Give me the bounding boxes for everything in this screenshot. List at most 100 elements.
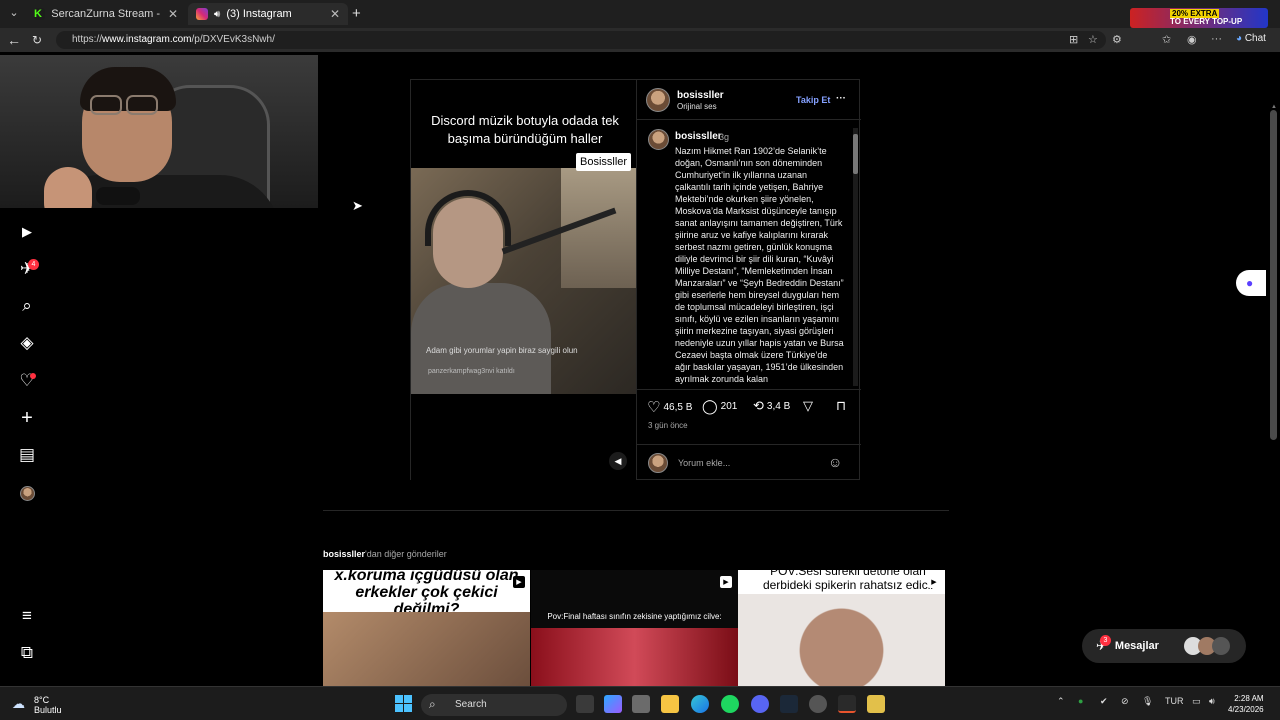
emoji-icon[interactable]: ☺ <box>828 454 842 470</box>
search-icon: ⌕ <box>429 697 436 711</box>
profile-icon[interactable]: ◉ <box>1187 33 1197 46</box>
start-button[interactable] <box>395 695 413 713</box>
messages-label: Mesajlar <box>1114 640 1159 652</box>
extensions-icon[interactable]: ⚙ <box>1112 33 1122 46</box>
mouse-cursor-icon: ➤ <box>352 198 363 213</box>
comment-button[interactable]: ◯ 201 <box>702 398 737 415</box>
video-subtitle-2: panzerkampfwag3nvi katıldı <box>428 368 515 375</box>
clock[interactable]: 2:28 AM 4/23/2026 <box>1228 693 1264 715</box>
cloud-icon: ☁ <box>12 696 25 711</box>
speaker-icon[interactable]: 🔊︎ <box>214 9 220 20</box>
tab-list-chevron-icon[interactable]: ⌄ <box>6 6 22 22</box>
weather-widget[interactable]: ☁ 8°C Bulutlu <box>12 695 62 715</box>
like-count: 46,5 B <box>663 401 693 413</box>
address-bar[interactable]: https://www.instagram.com/p/DXVEvK3sNwh/ <box>56 31 1106 49</box>
thumb-1-text: x.koruma içgüdüsü olan erkekler çok çeki… <box>334 570 519 618</box>
edge-icon[interactable] <box>691 695 709 713</box>
tab-instagram[interactable]: 🔊︎ (3) Instagram ✕ <box>188 3 348 25</box>
network-icon[interactable]: ▭ <box>1192 696 1201 707</box>
more-post-thumb-2[interactable]: Pov:Final haftası sınıfın zekisine yaptı… <box>531 570 738 686</box>
close-tab-icon[interactable]: ✕ <box>330 7 340 21</box>
task-view-icon[interactable] <box>576 695 594 713</box>
follow-button[interactable]: Takip Et <box>796 95 830 105</box>
headphones-graphic <box>425 190 511 246</box>
more-menu-icon[interactable]: ≡ <box>17 606 37 626</box>
share-button[interactable]: ▽ <box>803 398 813 414</box>
store-icon[interactable] <box>632 695 650 713</box>
reels-icon[interactable]: ▶ <box>17 222 37 242</box>
like-button[interactable]: ♡ 46,5 B <box>647 398 692 416</box>
dashboard-icon[interactable]: ▤ <box>17 445 37 465</box>
file-explorer-icon[interactable] <box>661 695 679 713</box>
floating-extension-button[interactable]: ● <box>1236 270 1266 296</box>
comment-age: 3g <box>719 132 730 142</box>
more-posts-title: bosissller'dan diğer gönderiler <box>323 549 447 559</box>
kick-favicon-icon: K <box>34 8 46 20</box>
save-button[interactable]: ⊓ <box>836 398 846 414</box>
more-post-thumb-1[interactable]: x.koruma içgüdüsü olan erkekler çok çeki… <box>323 570 530 686</box>
comments-scrollbar-thumb[interactable] <box>853 134 858 174</box>
app-icon[interactable] <box>867 695 885 713</box>
explore-icon[interactable]: ◈ <box>17 333 37 353</box>
volume-icon[interactable]: 🔊︎ <box>1209 696 1215 707</box>
tray-overflow-icon[interactable]: ⌃ <box>1057 696 1065 707</box>
favorites-icon[interactable]: ✩ <box>1162 33 1171 46</box>
spotify-icon[interactable] <box>721 695 739 713</box>
repost-count: 3,4 B <box>766 400 791 412</box>
favorite-star-icon[interactable]: ☆ <box>1088 33 1098 46</box>
settings-more-icon[interactable]: ··· <box>1211 33 1222 45</box>
steam-icon[interactable] <box>780 695 798 713</box>
chat-label: Chat <box>1244 33 1266 44</box>
more-posts-user[interactable]: bosissller <box>323 549 365 559</box>
reload-icon[interactable]: ↻ <box>32 33 42 47</box>
url-prefix: https:// <box>72 34 103 45</box>
back-arrow-icon[interactable]: ← <box>7 32 21 48</box>
taskbar-search[interactable]: ⌕ Search <box>421 694 567 716</box>
send-icon: ▽ <box>803 398 813 413</box>
page-scrollbar[interactable] <box>1270 110 1277 440</box>
author-username[interactable]: bosissller <box>677 90 724 101</box>
microphone-icon[interactable]: 🎙︎ <box>1142 696 1153 707</box>
comment-input[interactable]: Yorum ekle... <box>678 458 730 468</box>
extension-orb-icon: ● <box>1246 276 1254 290</box>
obs-icon[interactable] <box>809 695 827 713</box>
mute-toggle-icon[interactable]: ◀ <box>609 452 627 470</box>
tray-app-icon[interactable]: ⊘ <box>1121 696 1129 707</box>
app-icon[interactable] <box>838 695 856 713</box>
new-tab-button[interactable]: + <box>352 5 361 22</box>
taskbar-search-label: Search <box>455 699 487 710</box>
discord-icon[interactable] <box>751 695 769 713</box>
more-posts-label: 'dan diğer gönderiler <box>365 549 447 559</box>
more-post-thumb-3[interactable]: POV:Sesi sürekli detone olan derbideki s… <box>738 570 945 686</box>
tab-sercanzurna[interactable]: K SercanZurna Stream - Watch Live ✕ <box>26 3 186 25</box>
thumb-2-text: Pov:Final haftası sınıfın zekisine yaptı… <box>547 612 722 621</box>
repost-button[interactable]: ⟲ 3,4 B <box>753 398 790 414</box>
heart-icon: ♡ <box>647 399 661 416</box>
post-modal: Discord müzik botuyla odada tek başıma b… <box>410 79 861 480</box>
weather-temp: 8°C <box>34 695 50 705</box>
copilot-chat-button[interactable]: ◕ Chat <box>1236 33 1266 44</box>
messages-button-badge: 3 <box>1100 635 1111 646</box>
streamer-webcam-overlay <box>0 55 318 208</box>
comment-author-avatar[interactable] <box>648 129 669 150</box>
tray-app-icon[interactable]: ✔ <box>1100 696 1108 707</box>
video-label: Bosissller <box>576 153 632 171</box>
messages-button[interactable]: ✈ Mesajlar <box>1082 629 1246 663</box>
search-icon[interactable]: ⌕ <box>17 296 37 316</box>
create-icon[interactable]: + <box>17 407 37 429</box>
also-from-meta-icon[interactable]: ⧉ <box>17 643 37 663</box>
promo-banner[interactable]: 20% EXTRA TO EVERY TOP-UP <box>1130 8 1268 28</box>
tab-title: SercanZurna Stream - Watch Live <box>51 8 162 20</box>
repost-icon: ⟲ <box>753 398 764 413</box>
comment-author[interactable]: bosissller <box>675 131 722 142</box>
profile-avatar[interactable] <box>17 483 37 503</box>
audio-label[interactable]: Orijinal ses <box>677 102 717 111</box>
language-indicator[interactable]: TUR <box>1165 696 1184 706</box>
close-tab-icon[interactable]: ✕ <box>168 7 178 21</box>
author-avatar[interactable] <box>646 88 670 112</box>
reader-mode-icon[interactable]: ⊞ <box>1069 33 1078 46</box>
post-options-icon[interactable]: ··· <box>836 93 846 104</box>
copilot-taskbar-icon[interactable] <box>604 695 622 713</box>
tray-app-icon[interactable]: ● <box>1078 696 1083 706</box>
post-video[interactable]: Discord müzik botuyla odada tek başıma b… <box>411 80 636 480</box>
